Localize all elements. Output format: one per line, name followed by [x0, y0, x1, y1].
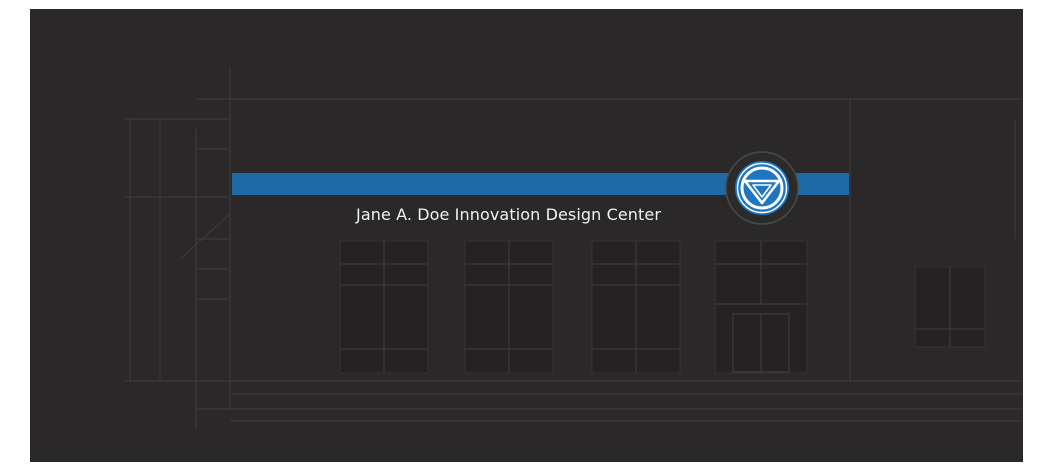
- banner-title: Jane A. Doe Innovation Design Center: [356, 205, 662, 224]
- hero-banner: Jane A. Doe Innovation Design Center: [30, 9, 1023, 462]
- gv-logo-icon: [725, 151, 799, 225]
- blueprint-background: [125, 67, 1023, 429]
